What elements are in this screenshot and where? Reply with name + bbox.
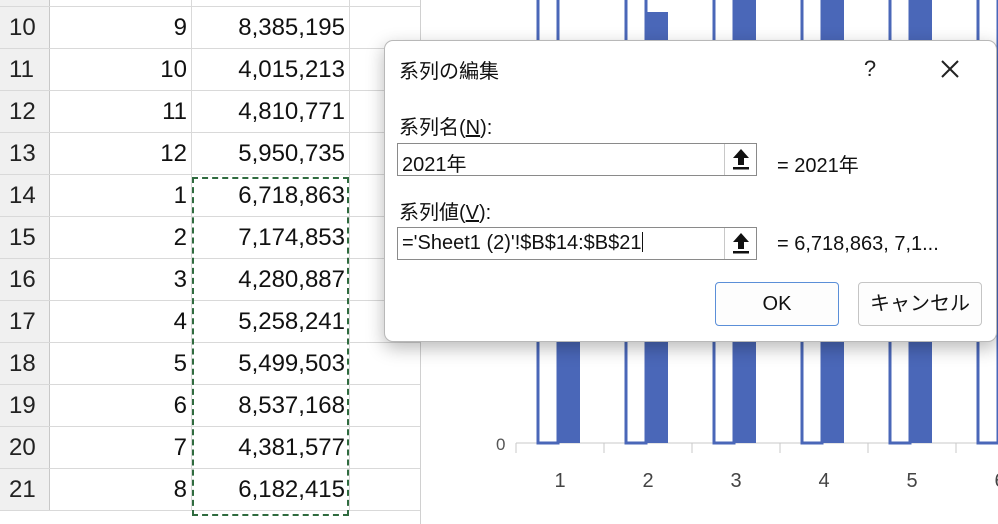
cell-a[interactable]: 7 [50,427,192,468]
table-row: 19 6 8,537,168 [0,385,420,427]
cell-b[interactable]: 4,381,577 [192,427,350,468]
cell-a[interactable]: 2 [50,217,192,258]
cell-b[interactable]: 4,280,887 [192,259,350,300]
x-axis-tick-label: 4 [818,470,829,492]
row-header[interactable]: 17 [0,301,50,342]
upload-arrow-icon [733,149,749,170]
table-row: 11 10 4,015,213 [0,49,420,91]
row-header[interactable]: 11 [0,49,50,90]
row-header[interactable]: 13 [0,133,50,174]
series-name-label: 系列名(N): [399,117,493,139]
series-name-input[interactable]: 2021年 [397,143,757,176]
table-row: 16 3 4,280,887 [0,259,420,301]
cell-b[interactable]: 5,499,503 [192,343,350,384]
row-header[interactable]: 12 [0,91,50,132]
cell-a[interactable]: 1 [50,175,192,216]
cell-a[interactable]: 3 [50,259,192,300]
series-values-label: 系列値(V): [399,202,492,224]
row-header[interactable]: 16 [0,259,50,300]
close-button[interactable] [920,49,980,89]
cell-b[interactable]: 5,950,735 [192,133,350,174]
row-header[interactable]: 20 [0,427,50,468]
table-row: 18 5 5,499,503 [0,343,420,385]
series-values-value: ='Sheet1 (2)'!$B$14:$B$21 [402,232,644,254]
table-row: 17 4 5,258,241 [0,301,420,343]
cell-a[interactable]: 6 [50,385,192,426]
close-icon [941,60,959,78]
row-header[interactable]: 10 [0,7,50,48]
text-caret [642,232,644,252]
cell-c[interactable] [350,385,420,426]
series-name-value: 2021年 [402,154,467,176]
cell-a[interactable]: 10 [50,49,192,90]
series-values-preview: = 6,718,863, 7,1... [777,233,939,255]
x-axis-tick-label: 2 [642,470,653,492]
cell-b[interactable]: 7,174,853 [192,217,350,258]
cell-c[interactable] [350,427,420,468]
cell-c[interactable] [350,343,420,384]
cell-b[interactable]: 6,718,863 [192,175,350,216]
cell-a[interactable]: 11 [50,91,192,132]
cell-b[interactable]: 8,385,195 [192,7,350,48]
table-row: 12 11 4,810,771 [0,91,420,133]
cell[interactable] [50,0,192,6]
cell-b[interactable]: 6,182,415 [192,469,350,510]
cell[interactable] [192,0,350,6]
cell-a[interactable]: 8 [50,469,192,510]
row-header[interactable] [0,0,50,6]
x-axis-tick-label: 6 [994,470,998,492]
help-button[interactable]: ? [840,49,900,89]
row-header[interactable]: 18 [0,343,50,384]
row-header[interactable]: 14 [0,175,50,216]
series-values-input[interactable]: ='Sheet1 (2)'!$B$14:$B$21 [397,227,757,260]
cancel-button[interactable]: キャンセル [858,282,982,326]
cell-a[interactable]: 4 [50,301,192,342]
cell-b[interactable]: 4,015,213 [192,49,350,90]
x-axis-tick-label: 3 [730,470,741,492]
table-row: 13 12 5,950,735 [0,133,420,175]
table-row: 21 8 6,182,415 [0,469,420,511]
cell-b[interactable]: 5,258,241 [192,301,350,342]
cell-b[interactable]: 8,537,168 [192,385,350,426]
x-axis-tick-label: 1 [554,470,565,492]
row-header[interactable]: 19 [0,385,50,426]
spreadsheet-grid: 10 9 8,385,195 11 10 4,015,213 12 11 4,810,771 13… [0,0,420,524]
cell-c[interactable] [350,469,420,510]
dialog-title: 系列の編集 [399,61,499,83]
y-axis-zero-label: 0 [496,435,505,454]
row-header[interactable]: 15 [0,217,50,258]
cell-a[interactable]: 12 [50,133,192,174]
cell-a[interactable]: 9 [50,7,192,48]
cell-a[interactable]: 5 [50,343,192,384]
cell-b[interactable]: 4,810,771 [192,91,350,132]
edit-series-dialog: 系列の編集 ? 系列名(N): 2021年 = 2021年 系列値(V): ='… [384,40,997,342]
series-values-collapse-button[interactable] [724,228,756,259]
series-name-collapse-button[interactable] [724,144,756,175]
table-row: 14 1 6,718,863 [0,175,420,217]
cell[interactable] [350,0,420,6]
dialog-titlebar[interactable]: 系列の編集 ? [385,41,996,96]
series-name-preview: = 2021年 [777,155,859,177]
upload-arrow-icon [733,233,749,254]
table-row: 15 2 7,174,853 [0,217,420,259]
table-row: 20 7 4,381,577 [0,427,420,469]
row-header[interactable]: 21 [0,469,50,510]
ok-button[interactable]: OK [715,282,839,326]
x-axis-tick-label: 5 [906,470,917,492]
table-row [0,0,420,7]
table-row: 10 9 8,385,195 [0,7,420,49]
